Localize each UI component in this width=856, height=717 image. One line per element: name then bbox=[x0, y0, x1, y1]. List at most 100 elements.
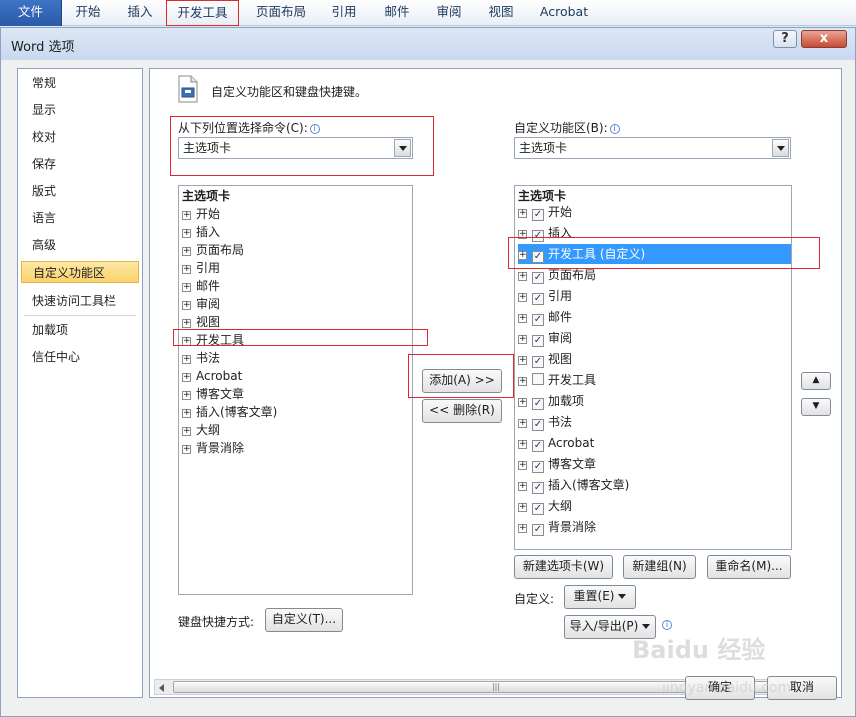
ribbon-list-item[interactable]: + ✓ Acrobat bbox=[518, 433, 594, 453]
nav-item-advanced[interactable]: 高级 bbox=[32, 234, 56, 256]
expand-icon[interactable]: + bbox=[518, 482, 527, 491]
nav-item-general[interactable]: 常规 bbox=[32, 72, 56, 94]
expand-icon[interactable]: + bbox=[182, 265, 191, 274]
checkbox[interactable]: ✓ bbox=[532, 335, 544, 347]
source-list-item[interactable]: + 页面布局 bbox=[182, 240, 244, 260]
chevron-down-icon[interactable] bbox=[394, 139, 411, 157]
new-group-button[interactable]: 新建组(N) bbox=[623, 555, 696, 579]
source-list-item[interactable]: + Acrobat bbox=[182, 366, 242, 386]
ribbon-tab-file[interactable]: 文件 bbox=[0, 0, 62, 26]
expand-icon[interactable]: + bbox=[518, 440, 527, 449]
ribbon-list-item[interactable]: + ✓ 背景消除 bbox=[518, 517, 596, 537]
checkbox[interactable] bbox=[532, 373, 544, 385]
source-list-item[interactable]: + 开发工具 bbox=[182, 330, 244, 350]
ribbon-list-item[interactable]: + ✓ 书法 bbox=[518, 412, 572, 432]
source-list-item[interactable]: + 博客文章 bbox=[182, 384, 244, 404]
expand-icon[interactable]: + bbox=[182, 319, 191, 328]
ribbon-tabs-list[interactable]: 主选项卡 + ✓ 开始 + ✓ 插入 + ✓ 开发工具 (自定义) + ✓ 页面布局 + ✓ 引用 + ✓ 邮件 +… bbox=[514, 185, 792, 550]
expand-icon[interactable]: + bbox=[182, 391, 191, 400]
checkbox[interactable]: ✓ bbox=[532, 356, 544, 368]
expand-icon[interactable]: + bbox=[182, 445, 191, 454]
expand-icon[interactable]: + bbox=[518, 503, 527, 512]
ribbon-tab-developer[interactable]: 开发工具 bbox=[166, 0, 239, 26]
ribbon-list-item[interactable]: + 开发工具 bbox=[518, 370, 596, 390]
ribbon-list-item[interactable]: + ✓ 页面布局 bbox=[518, 265, 596, 285]
nav-item-display[interactable]: 显示 bbox=[32, 99, 56, 121]
expand-icon[interactable]: + bbox=[182, 355, 191, 364]
nav-item-save[interactable]: 保存 bbox=[32, 153, 56, 175]
ribbon-list-item[interactable]: + ✓ 开发工具 (自定义) bbox=[518, 244, 791, 264]
ribbon-tab-home[interactable]: 开始 bbox=[66, 0, 110, 26]
source-list-item[interactable]: + 审阅 bbox=[182, 294, 220, 314]
close-button[interactable]: x bbox=[801, 30, 847, 48]
source-list-item[interactable]: + 背景消除 bbox=[182, 438, 244, 458]
help-button[interactable]: ? bbox=[773, 30, 797, 48]
expand-icon[interactable]: + bbox=[518, 461, 527, 470]
expand-icon[interactable]: + bbox=[182, 229, 191, 238]
source-list-item[interactable]: + 大纲 bbox=[182, 420, 220, 440]
source-combo[interactable]: 主选项卡 bbox=[178, 137, 413, 159]
ribbon-list-item[interactable]: + ✓ 视图 bbox=[518, 349, 572, 369]
checkbox[interactable]: ✓ bbox=[532, 482, 544, 494]
ribbon-list-item[interactable]: + ✓ 审阅 bbox=[518, 328, 572, 348]
expand-icon[interactable]: + bbox=[518, 419, 527, 428]
checkbox[interactable]: ✓ bbox=[532, 272, 544, 284]
add-button[interactable]: 添加(A) >> bbox=[422, 369, 502, 393]
nav-item-proofing[interactable]: 校对 bbox=[32, 126, 56, 148]
rename-button[interactable]: 重命名(M)... bbox=[707, 555, 791, 579]
ribbon-tab-mailings[interactable]: 邮件 bbox=[375, 0, 419, 26]
ribbon-list-item[interactable]: + ✓ 大纲 bbox=[518, 496, 572, 516]
checkbox[interactable]: ✓ bbox=[532, 209, 544, 221]
expand-icon[interactable]: + bbox=[518, 272, 527, 281]
expand-icon[interactable]: + bbox=[182, 301, 191, 310]
source-list-item[interactable]: + 插入 bbox=[182, 222, 220, 242]
checkbox[interactable]: ✓ bbox=[532, 293, 544, 305]
keyboard-customize-button[interactable]: 自定义(T)... bbox=[265, 608, 343, 632]
ribbon-list-item[interactable]: + ✓ 邮件 bbox=[518, 307, 572, 327]
source-list-item[interactable]: + 视图 bbox=[182, 312, 220, 332]
target-combo[interactable]: 主选项卡 bbox=[514, 137, 791, 159]
ribbon-tab-page-layout[interactable]: 页面布局 bbox=[250, 0, 312, 26]
ribbon-tab-insert[interactable]: 插入 bbox=[118, 0, 162, 26]
ribbon-tab-view[interactable]: 视图 bbox=[479, 0, 523, 26]
checkbox[interactable]: ✓ bbox=[532, 461, 544, 473]
expand-icon[interactable]: + bbox=[518, 377, 527, 386]
nav-item-quick-access-toolbar[interactable]: 快速访问工具栏 bbox=[32, 290, 116, 312]
expand-icon[interactable]: + bbox=[518, 335, 527, 344]
expand-icon[interactable]: + bbox=[518, 398, 527, 407]
checkbox[interactable]: ✓ bbox=[532, 440, 544, 452]
source-list-item[interactable]: + 开始 bbox=[182, 204, 220, 224]
nav-item-customize-ribbon[interactable]: 自定义功能区 bbox=[21, 261, 139, 283]
ribbon-list-item[interactable]: + ✓ 引用 bbox=[518, 286, 572, 306]
ok-button[interactable]: 确定 bbox=[685, 676, 755, 700]
ribbon-list-item[interactable]: + ✓ 开始 bbox=[518, 202, 572, 222]
source-list-item[interactable]: + 引用 bbox=[182, 258, 220, 278]
expand-icon[interactable]: + bbox=[182, 427, 191, 436]
expand-icon[interactable]: + bbox=[518, 251, 527, 260]
ribbon-list-item[interactable]: + ✓ 插入 bbox=[518, 223, 572, 243]
new-tab-button[interactable]: 新建选项卡(W) bbox=[514, 555, 613, 579]
remove-button[interactable]: << 删除(R) bbox=[422, 399, 502, 423]
move-up-button[interactable]: ▲ bbox=[801, 372, 831, 390]
expand-icon[interactable]: + bbox=[182, 373, 191, 382]
expand-icon[interactable]: + bbox=[518, 314, 527, 323]
checkbox[interactable]: ✓ bbox=[532, 398, 544, 410]
checkbox[interactable]: ✓ bbox=[532, 314, 544, 326]
checkbox[interactable]: ✓ bbox=[532, 419, 544, 431]
ribbon-tab-acrobat[interactable]: Acrobat bbox=[533, 0, 595, 26]
chevron-down-icon[interactable] bbox=[772, 139, 789, 157]
checkbox[interactable]: ✓ bbox=[532, 230, 544, 242]
expand-icon[interactable]: + bbox=[182, 211, 191, 220]
ribbon-list-item[interactable]: + ✓ 插入(博客文章) bbox=[518, 475, 629, 495]
nav-item-layout[interactable]: 版式 bbox=[32, 180, 56, 202]
source-list-item[interactable]: + 插入(博客文章) bbox=[182, 402, 277, 422]
nav-item-trust-center[interactable]: 信任中心 bbox=[32, 346, 80, 368]
ribbon-list-item[interactable]: + ✓ 加载项 bbox=[518, 391, 584, 411]
reset-button[interactable]: 重置(E) bbox=[564, 585, 636, 609]
ribbon-list-item[interactable]: + ✓ 博客文章 bbox=[518, 454, 596, 474]
expand-icon[interactable]: + bbox=[518, 524, 527, 533]
expand-icon[interactable]: + bbox=[182, 283, 191, 292]
expand-icon[interactable]: + bbox=[182, 409, 191, 418]
source-list-item[interactable]: + 书法 bbox=[182, 348, 220, 368]
cancel-button[interactable]: 取消 bbox=[767, 676, 837, 700]
